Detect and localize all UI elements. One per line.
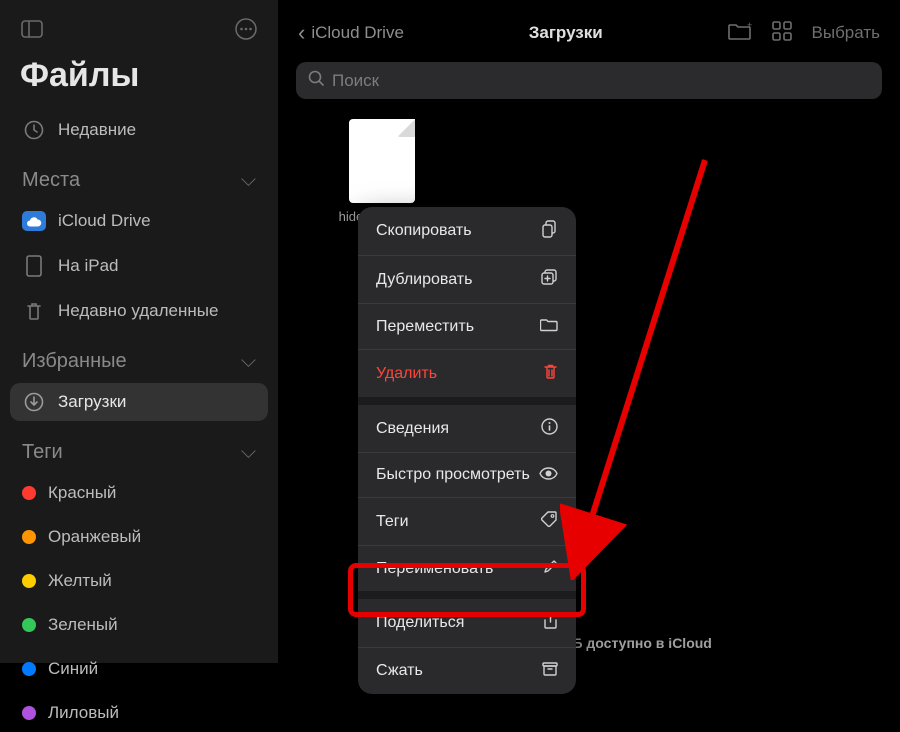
menu-label: Теги xyxy=(376,513,409,531)
menu-item-compress[interactable]: Сжать xyxy=(358,648,576,694)
tag-label: Красный xyxy=(48,483,116,503)
ipad-icon xyxy=(22,255,46,277)
page-title: Загрузки xyxy=(414,23,718,43)
section-title: Теги xyxy=(22,441,63,464)
tag-dot-icon xyxy=(22,486,36,500)
menu-label: Сведения xyxy=(376,420,449,438)
select-button[interactable]: Выбрать xyxy=(812,23,880,43)
tag-item-yellow[interactable]: Желтый xyxy=(10,562,268,600)
menu-item-copy[interactable]: Скопировать xyxy=(358,207,576,256)
menu-label: Быстро просмотреть xyxy=(376,466,530,484)
cloud-icon xyxy=(22,211,46,231)
search-icon xyxy=(308,70,324,91)
tag-label: Желтый xyxy=(48,571,112,591)
sidebar-item-label: iCloud Drive xyxy=(58,211,151,231)
search-placeholder: Поиск xyxy=(332,71,379,91)
tag-dot-icon xyxy=(22,618,36,632)
sidebar-topbar xyxy=(10,18,268,44)
section-header-favorites[interactable]: Избранные ⌵ xyxy=(10,336,268,377)
pencil-icon xyxy=(543,559,558,578)
tag-label: Зеленый xyxy=(48,615,118,635)
menu-label: Скопировать xyxy=(376,222,472,240)
menu-item-delete[interactable]: Удалить xyxy=(358,350,576,397)
menu-item-quicklook[interactable]: Быстро просмотреть xyxy=(358,453,576,498)
section-title: Избранные xyxy=(22,350,127,373)
section-header-places[interactable]: Места ⌵ xyxy=(10,155,268,196)
file-thumbnail-icon xyxy=(349,119,415,203)
section-header-tags[interactable]: Теги ⌵ xyxy=(10,427,268,468)
app-title: Файлы xyxy=(10,50,268,105)
download-icon xyxy=(22,392,46,412)
clock-icon xyxy=(22,120,46,140)
tag-dot-icon xyxy=(22,662,36,676)
menu-label: Переместить xyxy=(376,318,474,336)
sidebar-item-icloud[interactable]: iCloud Drive xyxy=(10,202,268,240)
menu-label: Удалить xyxy=(376,365,437,383)
duplicate-icon xyxy=(541,269,558,290)
sidebar: Файлы Недавние Места ⌵ iCloud Drive На i… xyxy=(0,0,278,663)
chevron-down-icon: ⌵ xyxy=(241,441,256,464)
menu-label: Поделиться xyxy=(376,614,464,632)
toolbar: ‹ iCloud Drive Загрузки + Выбрать xyxy=(278,0,900,56)
archive-icon xyxy=(542,661,558,681)
menu-item-share[interactable]: Поделиться xyxy=(358,599,576,648)
tag-dot-icon xyxy=(22,530,36,544)
menu-item-move[interactable]: Переместить xyxy=(358,304,576,350)
folder-icon xyxy=(540,317,558,336)
tag-item-purple[interactable]: Лиловый xyxy=(10,694,268,732)
menu-item-duplicate[interactable]: Дублировать xyxy=(358,256,576,304)
sidebar-item-label: Недавно удаленные xyxy=(58,301,218,321)
trash-icon xyxy=(22,301,46,321)
back-label: iCloud Drive xyxy=(311,23,404,43)
sidebar-item-label: Загрузки xyxy=(58,392,126,412)
section-title: Места xyxy=(22,169,80,192)
menu-item-rename[interactable]: Переименовать xyxy=(358,546,576,591)
new-folder-icon[interactable]: + xyxy=(728,21,752,46)
menu-label: Переименовать xyxy=(376,560,493,578)
eye-icon xyxy=(539,467,558,484)
share-icon xyxy=(543,612,558,634)
chevron-left-icon: ‹ xyxy=(298,20,305,46)
context-menu: Скопировать Дублировать Переместить Удал… xyxy=(358,207,576,694)
menu-label: Дублировать xyxy=(376,271,472,289)
search-input[interactable]: Поиск xyxy=(296,62,882,99)
info-icon xyxy=(541,418,558,439)
tag-dot-icon xyxy=(22,706,36,720)
view-grid-icon[interactable] xyxy=(772,21,792,46)
svg-text:+: + xyxy=(747,21,752,30)
menu-item-info[interactable]: Сведения xyxy=(358,405,576,453)
tag-item-green[interactable]: Зеленый xyxy=(10,606,268,644)
back-button[interactable]: ‹ iCloud Drive xyxy=(298,20,404,46)
sidebar-item-downloads[interactable]: Загрузки xyxy=(10,383,268,421)
chevron-down-icon: ⌵ xyxy=(241,169,256,192)
tag-item-red[interactable]: Красный xyxy=(10,474,268,512)
sidebar-item-recent[interactable]: Недавние xyxy=(10,111,268,149)
sidebar-item-trash[interactable]: Недавно удаленные xyxy=(10,292,268,330)
tag-icon xyxy=(541,511,558,532)
toolbar-actions: + Выбрать xyxy=(728,21,880,46)
ellipsis-icon[interactable] xyxy=(234,18,258,40)
tag-label: Оранжевый xyxy=(48,527,141,547)
sidebar-item-ipad[interactable]: На iPad xyxy=(10,246,268,286)
sidebar-item-label: На iPad xyxy=(58,256,118,276)
menu-item-tags[interactable]: Теги xyxy=(358,498,576,546)
tag-label: Лиловый xyxy=(48,703,119,723)
sidebar-toggle-icon[interactable] xyxy=(20,20,44,38)
trash-icon xyxy=(543,363,558,384)
sidebar-item-label: Недавние xyxy=(58,120,136,140)
tag-item-orange[interactable]: Оранжевый xyxy=(10,518,268,556)
tag-label: Синий xyxy=(48,659,98,679)
tag-dot-icon xyxy=(22,574,36,588)
menu-label: Сжать xyxy=(376,662,423,680)
tag-item-blue[interactable]: Синий xyxy=(10,650,268,688)
copy-icon xyxy=(542,220,558,242)
chevron-down-icon: ⌵ xyxy=(241,350,256,373)
